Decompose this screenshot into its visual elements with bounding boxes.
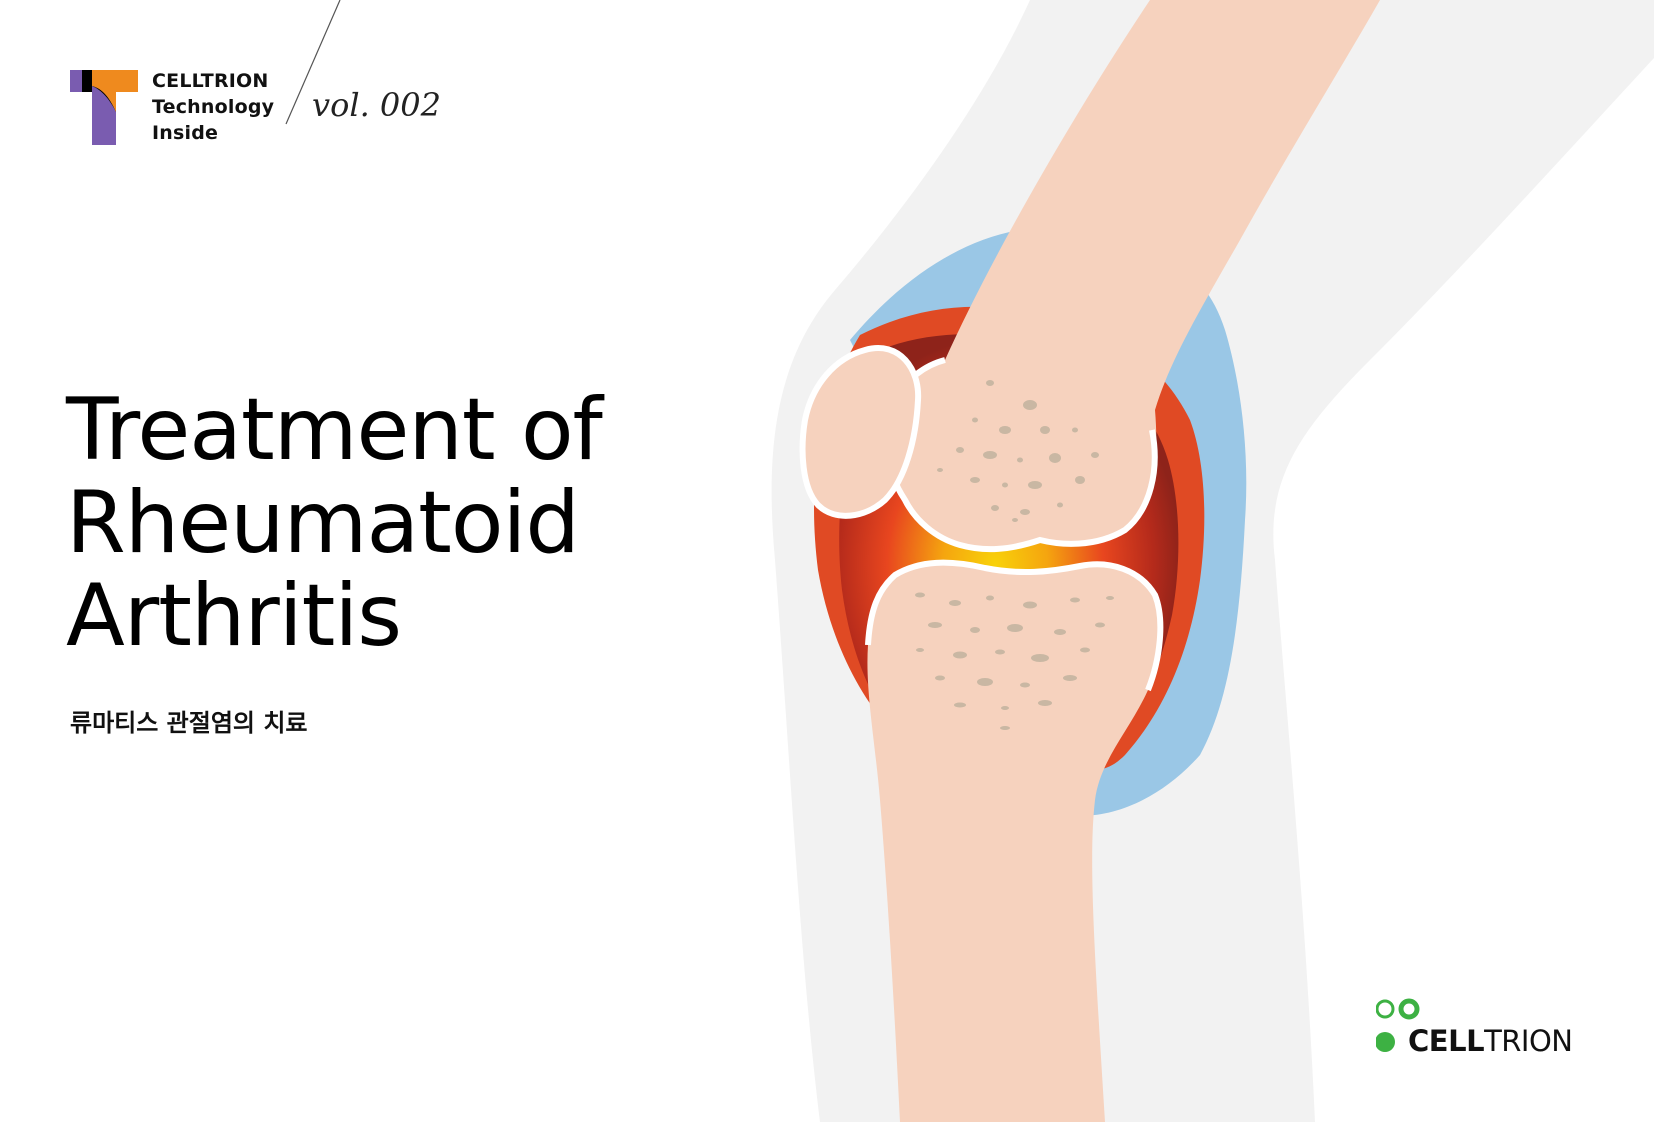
volume-label: vol. 002: [312, 86, 441, 124]
series-line: Inside: [152, 122, 219, 144]
title-line: Arthritis: [66, 566, 402, 666]
technology-inside-logo: [70, 70, 138, 145]
title-line: Treatment of: [66, 380, 603, 480]
celltrion-logo: CELLTRION: [1376, 998, 1586, 1058]
series-line: CELLTRION: [152, 70, 269, 92]
brand-name: CELLTRION: [1408, 1024, 1573, 1058]
series-name: CELLTRION Technology Inside: [152, 68, 274, 146]
page-subtitle: 류마티스 관절염의 치료: [70, 709, 308, 737]
brand-name-light: TRION: [1484, 1024, 1573, 1058]
series-line: Technology: [152, 96, 275, 118]
brand-name-bold: CELL: [1408, 1024, 1485, 1058]
page-title: Treatment of Rheumatoid Arthritis: [66, 380, 603, 666]
title-line: Rheumatoid: [66, 473, 580, 573]
